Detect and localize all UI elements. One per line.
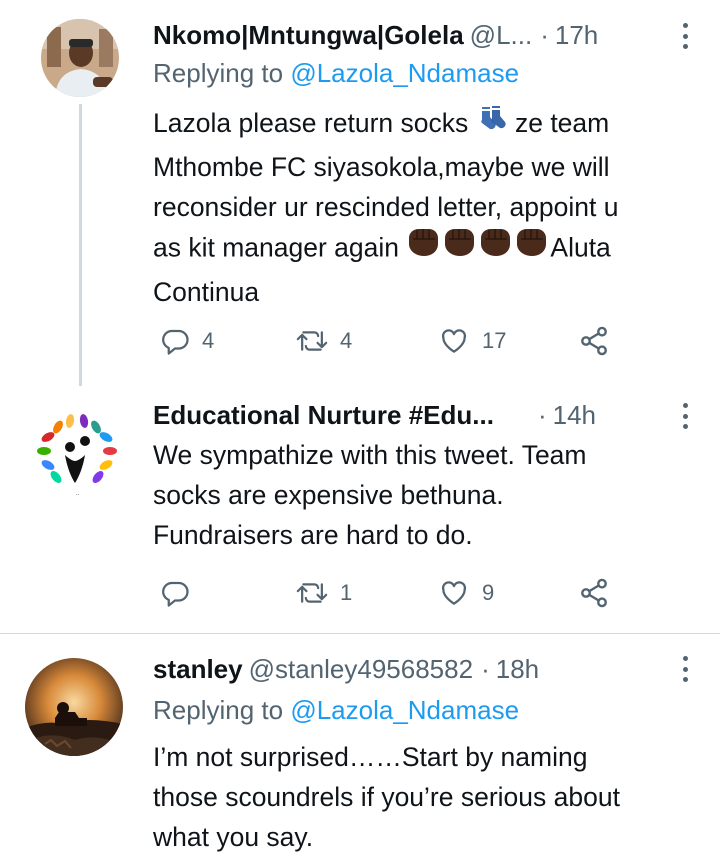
- raised-fist-emoji: [406, 224, 550, 269]
- tweet-1[interactable]: Nkomo|Mntungwa|Golela @L... · 17h Replyi…: [0, 0, 720, 386]
- tweet-actions: 4 4 17: [160, 323, 630, 359]
- user-handle[interactable]: @L...: [470, 20, 533, 51]
- reply-button[interactable]: 4: [160, 323, 214, 359]
- tweet-header: stanley @stanley49568582 · 18h: [153, 649, 720, 689]
- like-count: 9: [482, 580, 495, 605]
- reply-icon: [162, 329, 189, 355]
- display-name[interactable]: stanley: [153, 654, 243, 685]
- retweet-count: 1: [340, 580, 353, 605]
- reply-icon: [162, 581, 189, 607]
- avatar[interactable]: [41, 19, 119, 97]
- like-icon: [441, 581, 467, 605]
- share-icon: [581, 326, 607, 356]
- like-button[interactable]: 17: [438, 323, 506, 359]
- more-icon[interactable]: [680, 656, 690, 682]
- separator-dot: ·: [481, 653, 490, 684]
- tweet-text-line: those scoundrels if you’re serious about: [153, 782, 620, 812]
- user-handle[interactable]: @stanley49568582: [249, 654, 473, 685]
- reply-button[interactable]: [160, 575, 202, 611]
- share-button[interactable]: [578, 575, 610, 611]
- avatar[interactable]: [25, 658, 123, 756]
- display-name[interactable]: Educational Nurture #Edu...: [153, 400, 494, 431]
- share-button[interactable]: [578, 323, 610, 359]
- tweet-text: We sympathize with this tweet. Team sock…: [153, 435, 698, 555]
- replying-to-label: Replying to: [153, 58, 284, 88]
- share-icon: [581, 578, 607, 608]
- thread-line: [79, 104, 82, 386]
- tweet-text: I’m not surprised……Start by naming those…: [153, 737, 698, 857]
- timestamp[interactable]: 17h: [555, 20, 598, 51]
- socks-emoji: [476, 101, 508, 144]
- tweet-text-line: I’m not surprised……Start by naming: [153, 742, 588, 772]
- like-button[interactable]: 9: [438, 575, 494, 611]
- retweet-button[interactable]: 4: [296, 323, 352, 359]
- tweet-text-line: Aluta: [550, 232, 611, 262]
- svg-text:..: ..: [76, 491, 80, 497]
- retweet-count: 4: [340, 328, 353, 353]
- avatar[interactable]: ..: [30, 403, 126, 499]
- reply-count: 4: [202, 328, 215, 353]
- tweet-text: Lazola please return socks ze team Mthom…: [153, 101, 698, 312]
- tweet-actions: 1 9: [160, 575, 630, 611]
- tweet-text-line: ze team: [507, 108, 610, 138]
- tweet-text-line: socks are expensive bethuna.: [153, 480, 504, 510]
- tweet-3[interactable]: stanley @stanley49568582 · 18h Replying …: [0, 634, 720, 862]
- display-name[interactable]: Nkomo|Mntungwa|Golela: [153, 20, 464, 51]
- reply-mention-link[interactable]: @Lazola_Ndamase: [290, 58, 519, 88]
- reply-mention-link[interactable]: @Lazola_Ndamase: [290, 695, 519, 725]
- retweet-button[interactable]: 1: [296, 575, 352, 611]
- tweet-header: Educational Nurture #Edu... · 14h: [153, 395, 720, 435]
- separator-dot: ·: [537, 399, 547, 430]
- like-count: 17: [482, 328, 507, 353]
- more-icon[interactable]: [680, 23, 690, 49]
- tweet-text-line: Fundraisers are hard to do.: [153, 520, 473, 550]
- replying-to: Replying to @Lazola_Ndamase: [153, 695, 519, 726]
- timestamp[interactable]: 18h: [496, 654, 539, 685]
- separator-dot: ·: [540, 19, 549, 50]
- tweet-text-line: reconsider ur rescinded letter, appoint …: [153, 191, 619, 222]
- replying-to-label: Replying to: [153, 695, 284, 725]
- tweet-text-line: We sympathize with this tweet. Team: [153, 440, 587, 470]
- timestamp[interactable]: 14h: [553, 400, 596, 431]
- tweet-text-line: what you say.: [153, 822, 314, 852]
- tweet-2[interactable]: .. Educational Nurture #Edu... · 14h We …: [0, 385, 720, 635]
- tweet-text-line: Mthombe FC siyasokola,maybe we will: [153, 151, 610, 182]
- tweet-text-line: as kit manager again: [153, 232, 400, 262]
- replying-to: Replying to @Lazola_Ndamase: [153, 58, 519, 89]
- more-icon[interactable]: [680, 403, 690, 429]
- like-icon: [441, 329, 467, 353]
- tweet-text-line: Lazola please return socks: [153, 108, 469, 138]
- retweet-icon: [296, 331, 328, 351]
- tweet-text-line: Continua: [153, 276, 260, 307]
- retweet-icon: [296, 583, 328, 603]
- tweet-header: Nkomo|Mntungwa|Golela @L... · 17h: [153, 15, 720, 55]
